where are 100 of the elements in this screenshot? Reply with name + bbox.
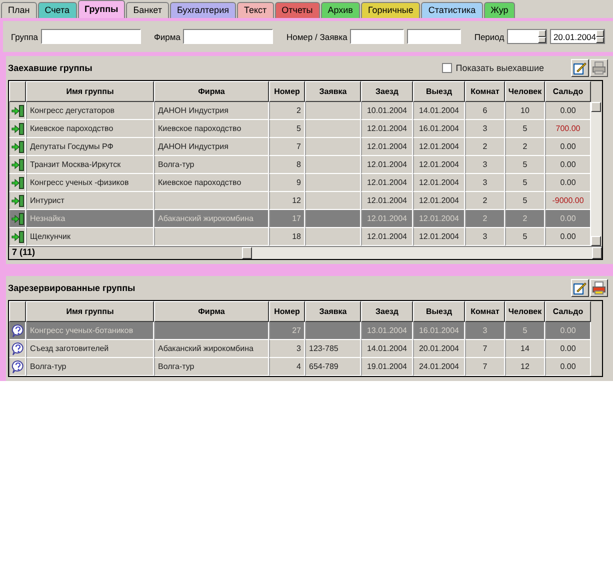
table-cell: 27 (269, 322, 305, 340)
door-arrow-icon (10, 140, 24, 154)
tab[interactable]: Статистика (421, 2, 483, 18)
table-cell: 12.01.2004 (413, 228, 465, 246)
column-header[interactable]: Фирма (154, 81, 269, 102)
table-cell: 19.01.2004 (361, 358, 413, 376)
tab[interactable]: Счета (38, 2, 77, 18)
table-cell: Киевское пароходство (154, 174, 269, 192)
table-cell: Абаканский жирокомбина (154, 340, 269, 358)
edit-icon (573, 61, 587, 75)
field-label: Период (474, 32, 504, 42)
table-cell: 2 (505, 210, 545, 228)
door-arrow-icon (10, 104, 24, 118)
table-cell: 0.00 (545, 340, 591, 358)
column-header[interactable]: Имя группы (26, 81, 154, 102)
table-cell: 12.01.2004 (361, 210, 413, 228)
column-header[interactable]: Фирма (154, 301, 269, 322)
print-button[interactable] (590, 279, 608, 297)
table-cell: 12.01.2004 (361, 174, 413, 192)
table-cell: 13.01.2004 (361, 322, 413, 340)
table-cell: 12.01.2004 (413, 174, 465, 192)
table-cell: 5 (269, 120, 305, 138)
table-cell: 12.01.2004 (361, 120, 413, 138)
table-cell: 10 (505, 102, 545, 120)
column-header[interactable]: Человек (505, 301, 545, 322)
column-header[interactable]: Комнат (465, 301, 505, 322)
tab[interactable]: Архив (320, 2, 360, 18)
table-cell: 2 (465, 210, 505, 228)
field-label: Номер / Заявка (286, 32, 348, 42)
table-cell: 6 (465, 102, 505, 120)
table-cell: Конгресс ученых-ботаников (26, 322, 154, 340)
group-field[interactable] (40, 29, 141, 44)
show-departed-checkbox[interactable]: Показать выехавшие (442, 63, 544, 73)
horizontal-scrollbar[interactable] (242, 247, 602, 259)
date-from-field[interactable] (507, 29, 548, 44)
table-cell: 0.00 (545, 358, 591, 376)
column-header[interactable]: Заявка (305, 81, 361, 102)
firm-field[interactable] (183, 29, 274, 44)
column-header[interactable]: Выезд (413, 301, 465, 322)
table-cell: Волга-тур (154, 358, 269, 376)
table-cell: Депутаты Госдумы РФ (26, 138, 154, 156)
table-cell (305, 228, 361, 246)
door-arrow-icon (10, 194, 24, 208)
record-count: 7 (11) (11, 247, 36, 259)
column-header[interactable]: Выезд (413, 81, 465, 102)
table-cell: 2 (505, 138, 545, 156)
number-field[interactable] (350, 29, 404, 44)
table-cell: 3 (465, 174, 505, 192)
request-field[interactable] (407, 29, 462, 44)
table-cell: 7 (269, 138, 305, 156)
table-cell: 16.01.2004 (413, 322, 465, 340)
tab[interactable]: Отчеты (274, 2, 320, 18)
table-cell: ДАНОН Индустрия (154, 102, 269, 120)
tab[interactable]: План (1, 2, 37, 18)
column-header[interactable]: Комнат (465, 81, 505, 102)
column-header[interactable]: Сальдо (545, 81, 591, 102)
tab[interactable]: Текст (236, 2, 274, 18)
door-arrow-icon (10, 122, 24, 136)
table-cell: ДАНОН Индустрия (154, 138, 269, 156)
column-header[interactable]: Заезд (361, 301, 413, 322)
table-cell: 12.01.2004 (413, 156, 465, 174)
door-arrow-icon (10, 176, 24, 190)
column-header[interactable]: Заезд (361, 81, 413, 102)
table-cell: 4 (269, 358, 305, 376)
column-header[interactable]: Имя группы (26, 301, 154, 322)
table-cell: Киевское пароходство (154, 120, 269, 138)
edit-icon (573, 281, 587, 295)
table-cell: 7 (465, 358, 505, 376)
door-arrow-icon (10, 212, 24, 226)
help-bubble-icon (10, 324, 24, 338)
table-cell: 2 (269, 102, 305, 120)
column-header[interactable]: Заявка (305, 301, 361, 322)
tab[interactable]: Жур (484, 2, 516, 18)
tab[interactable]: Горничные (360, 2, 420, 18)
table-cell: 12.01.2004 (361, 228, 413, 246)
column-header[interactable]: Человек (505, 81, 545, 102)
table-cell (305, 174, 361, 192)
table-cell: 3 (465, 322, 505, 340)
tab[interactable]: Группы (78, 0, 126, 18)
table-cell: 14 (505, 340, 545, 358)
date-to-field[interactable]: 20.01.2004 (550, 29, 605, 44)
edit-button[interactable] (571, 59, 589, 77)
table-cell: 3 (465, 120, 505, 138)
tab[interactable]: Бухгалтерия (170, 2, 236, 18)
table-cell: Конгресс дегустаторов (26, 102, 154, 120)
column-header[interactable]: Номер (269, 301, 305, 322)
table-cell: Съезд заготовителей (26, 340, 154, 358)
tab[interactable]: Банкет (126, 2, 169, 18)
table-cell: Транзит Москва-Иркутск (26, 156, 154, 174)
vertical-scrollbar[interactable] (591, 102, 601, 246)
edit-button[interactable] (571, 279, 589, 297)
door-arrow-icon (10, 158, 24, 172)
table-cell: 2 (465, 138, 505, 156)
table-cell: Волга-тур (26, 358, 154, 376)
column-header[interactable]: Номер (269, 81, 305, 102)
table-cell: 10.01.2004 (361, 102, 413, 120)
section-title: Заехавшие группы (8, 63, 94, 73)
table-cell: 24.01.2004 (413, 358, 465, 376)
column-header[interactable]: Сальдо (545, 301, 591, 322)
section-title: Зарезервированные группы (8, 283, 136, 293)
